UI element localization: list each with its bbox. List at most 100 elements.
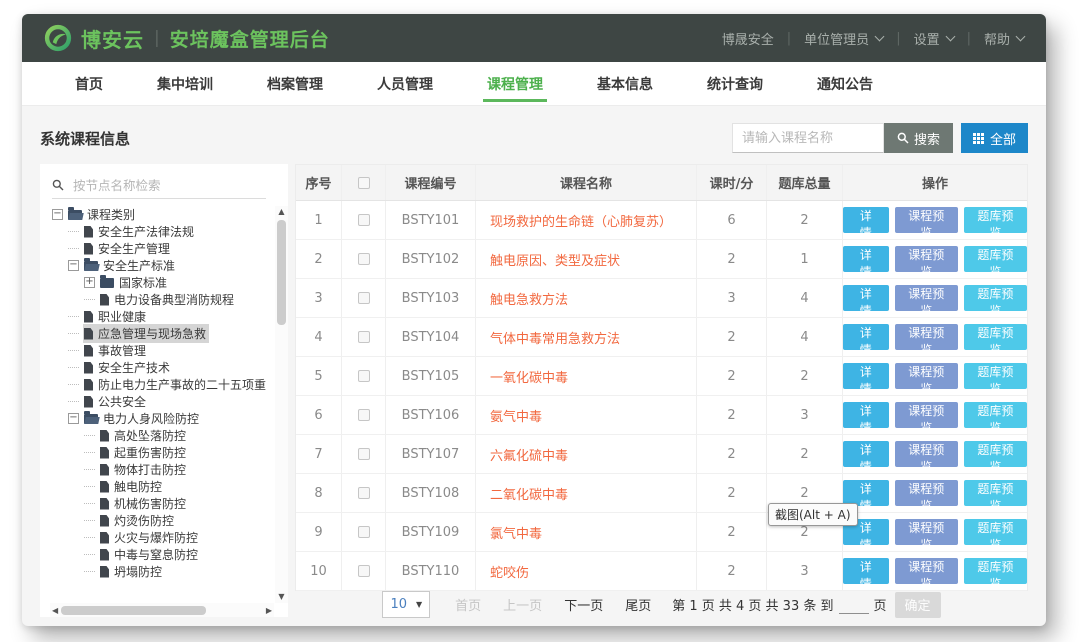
row-checkbox[interactable]: [358, 448, 370, 460]
course-name-link[interactable]: 二氧化碳中毒: [476, 474, 697, 512]
row-checkbox[interactable]: [358, 253, 370, 265]
scroll-down-icon[interactable]: ▼: [278, 591, 284, 603]
detail-button[interactable]: 详情: [843, 324, 889, 350]
course-search-input[interactable]: [732, 123, 884, 153]
course-preview-button[interactable]: 课程预览: [895, 207, 958, 233]
row-checkbox[interactable]: [358, 370, 370, 382]
first-page-button[interactable]: 首页: [455, 595, 481, 614]
tree-item[interactable]: 防止电力生产事故的二十五项重: [50, 376, 274, 393]
bank-preview-button[interactable]: 题库预览: [964, 207, 1027, 233]
row-checkbox[interactable]: [358, 331, 370, 343]
tree-item[interactable]: 火灾与爆炸防控: [50, 529, 274, 546]
confirm-button[interactable]: 确定: [895, 592, 941, 618]
tree-item[interactable]: −安全生产标准: [50, 257, 274, 274]
goto-page-input[interactable]: [839, 595, 869, 614]
search-button[interactable]: 搜索: [884, 123, 953, 153]
expand-icon[interactable]: +: [84, 277, 95, 288]
settings-menu[interactable]: 设置: [914, 29, 954, 48]
bank-preview-button[interactable]: 题库预览: [964, 480, 1027, 506]
course-name-link[interactable]: 气体中毒常用急救方法: [476, 318, 697, 356]
bank-preview-button[interactable]: 题库预览: [964, 402, 1027, 428]
course-name-link[interactable]: 触电急救方法: [476, 279, 697, 317]
course-name-link[interactable]: 一氧化碳中毒: [476, 357, 697, 395]
detail-button[interactable]: 详情: [843, 246, 889, 272]
bank-preview-button[interactable]: 题库预览: [964, 285, 1027, 311]
course-preview-button[interactable]: 课程预览: [895, 402, 958, 428]
course-preview-button[interactable]: 课程预览: [895, 363, 958, 389]
bank-preview-button[interactable]: 题库预览: [964, 558, 1027, 584]
bank-preview-button[interactable]: 题库预览: [964, 246, 1027, 272]
tree-item[interactable]: 物体打击防控: [50, 461, 274, 478]
collapse-icon[interactable]: −: [52, 209, 63, 220]
row-checkbox[interactable]: [358, 565, 370, 577]
course-preview-button[interactable]: 课程预览: [895, 519, 958, 545]
user-menu[interactable]: 单位管理员: [804, 29, 883, 48]
scroll-up-icon[interactable]: ▲: [278, 206, 284, 218]
tree-item[interactable]: −电力人身风险防控: [50, 410, 274, 427]
detail-button[interactable]: 详情: [843, 402, 889, 428]
row-checkbox[interactable]: [358, 409, 370, 421]
row-checkbox[interactable]: [358, 526, 370, 538]
tree-item[interactable]: 灼烫伤防控: [50, 512, 274, 529]
tab-item[interactable]: 档案管理: [240, 62, 350, 105]
row-checkbox[interactable]: [358, 214, 370, 226]
last-page-button[interactable]: 尾页: [625, 595, 651, 614]
tree-item[interactable]: 应急管理与现场急救: [50, 325, 274, 342]
tab-item[interactable]: 基本信息: [570, 62, 680, 105]
all-button[interactable]: 全部: [961, 123, 1028, 153]
tree-item[interactable]: 职业健康: [50, 308, 274, 325]
vertical-scroll-thumb[interactable]: [277, 220, 286, 325]
collapse-icon[interactable]: −: [68, 260, 79, 271]
next-page-button[interactable]: 下一页: [564, 595, 603, 614]
tree-horizontal-scrollbar[interactable]: ◀ ▶: [50, 603, 274, 617]
row-checkbox[interactable]: [358, 487, 370, 499]
course-name-link[interactable]: 触电原因、类型及症状: [476, 240, 697, 278]
tree-item[interactable]: 安全生产管理: [50, 240, 274, 257]
tree-item[interactable]: 起重伤害防控: [50, 444, 274, 461]
collapse-icon[interactable]: −: [68, 413, 79, 424]
tab-item[interactable]: 课程管理: [460, 62, 570, 105]
bank-preview-button[interactable]: 题库预览: [964, 519, 1027, 545]
select-all-checkbox[interactable]: [358, 177, 370, 189]
bank-preview-button[interactable]: 题库预览: [964, 324, 1027, 350]
row-checkbox[interactable]: [358, 292, 370, 304]
tree-item[interactable]: 触电防控: [50, 478, 274, 495]
course-preview-button[interactable]: 课程预览: [895, 285, 958, 311]
tab-item[interactable]: 人员管理: [350, 62, 460, 105]
course-name-link[interactable]: 氨气中毒: [476, 396, 697, 434]
bank-preview-button[interactable]: 题库预览: [964, 363, 1027, 389]
bank-preview-button[interactable]: 题库预览: [964, 441, 1027, 467]
tree-item[interactable]: 安全生产技术: [50, 359, 274, 376]
course-preview-button[interactable]: 课程预览: [895, 441, 958, 467]
tree-item[interactable]: 事故管理: [50, 342, 274, 359]
course-name-link[interactable]: 六氟化硫中毒: [476, 435, 697, 473]
tab-item[interactable]: 首页: [48, 62, 130, 105]
tree-item[interactable]: 高处坠落防控: [50, 427, 274, 444]
prev-page-button[interactable]: 上一页: [503, 595, 542, 614]
tree-item[interactable]: −课程类别: [50, 206, 274, 223]
tree-item[interactable]: 中毒与窒息防控: [50, 546, 274, 563]
tab-item[interactable]: 统计查询: [680, 62, 790, 105]
tree-item[interactable]: 坍塌防控: [50, 563, 274, 580]
course-preview-button[interactable]: 课程预览: [895, 324, 958, 350]
course-name-link[interactable]: 氯气中毒: [476, 513, 697, 551]
course-name-link[interactable]: 现场救护的生命链（心肺复苏）: [476, 201, 697, 239]
horizontal-scroll-thumb[interactable]: [61, 606, 206, 615]
tree-vertical-scrollbar[interactable]: ▲ ▼: [275, 206, 288, 603]
detail-button[interactable]: 详情: [843, 207, 889, 233]
tab-item[interactable]: 集中培训: [130, 62, 240, 105]
tree-item[interactable]: 公共安全: [50, 393, 274, 410]
detail-button[interactable]: 详情: [843, 363, 889, 389]
detail-button[interactable]: 详情: [843, 441, 889, 467]
page-size-select[interactable]: 10 ▼: [382, 591, 430, 618]
help-menu[interactable]: 帮助: [984, 29, 1024, 48]
tree-item[interactable]: 电力设备典型消防规程: [50, 291, 274, 308]
tree-search-input[interactable]: [71, 177, 266, 194]
tree-item[interactable]: 安全生产法律法规: [50, 223, 274, 240]
scroll-right-icon[interactable]: ▶: [266, 606, 272, 615]
course-preview-button[interactable]: 课程预览: [895, 480, 958, 506]
tab-item[interactable]: 通知公告: [790, 62, 900, 105]
detail-button[interactable]: 详情: [843, 558, 889, 584]
course-preview-button[interactable]: 课程预览: [895, 246, 958, 272]
detail-button[interactable]: 详情: [843, 285, 889, 311]
